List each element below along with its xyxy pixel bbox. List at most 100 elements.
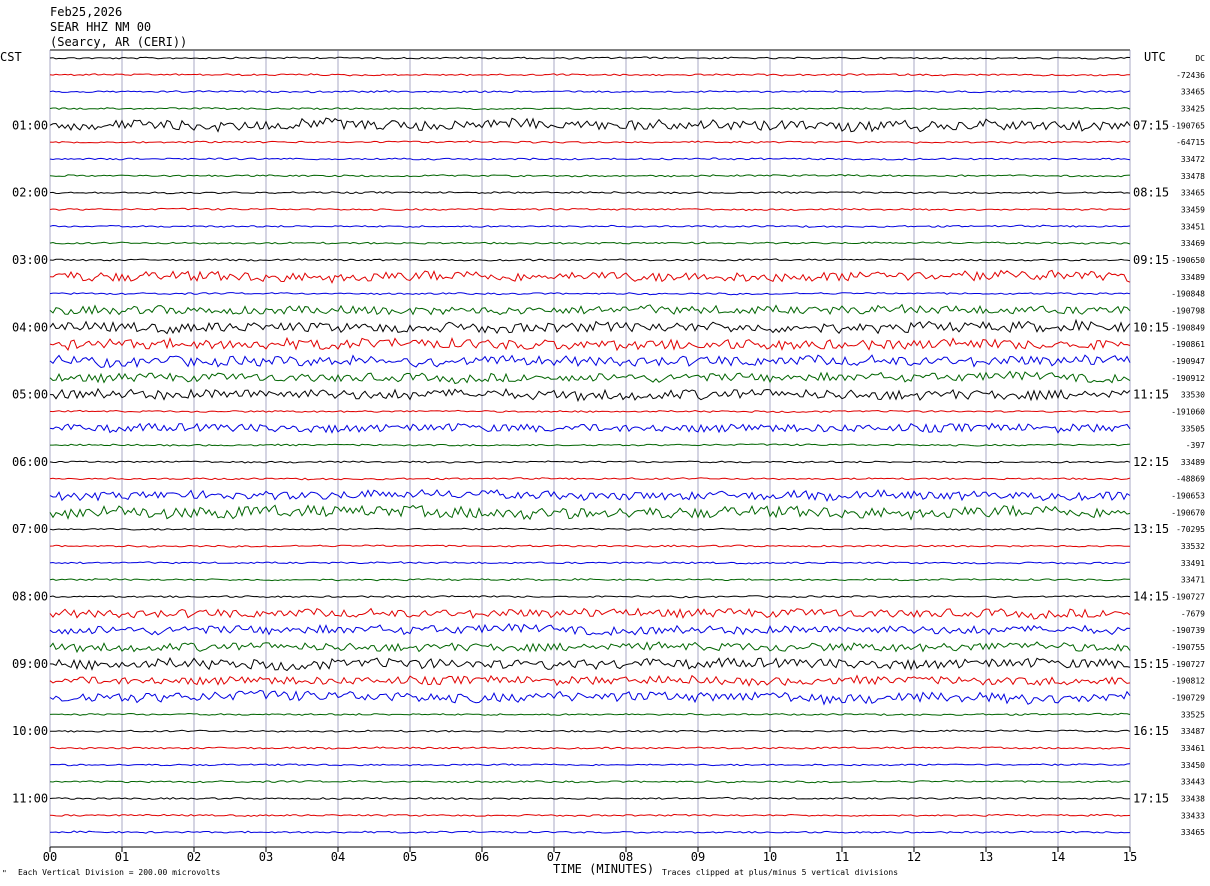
right-axis-label: UTC xyxy=(1144,50,1166,64)
left-axis-label: CST xyxy=(0,50,22,64)
trace-offset-label: 33465 xyxy=(1181,828,1205,837)
seismic-trace xyxy=(50,830,1130,834)
cst-hour-label: 03:00 xyxy=(12,253,48,267)
cst-hour-label: 11:00 xyxy=(12,792,48,806)
utc-hour-label: 17:15 xyxy=(1133,792,1169,806)
trace-offset-label: -190912 xyxy=(1171,374,1205,383)
cst-hour-label: 09:00 xyxy=(12,657,48,671)
seismic-trace xyxy=(49,409,1131,414)
utc-hour-label: 08:15 xyxy=(1133,186,1169,200)
trace-offset-label: -72436 xyxy=(1176,71,1205,80)
x-tick-label: 04 xyxy=(331,850,345,864)
cst-hour-label: 08:00 xyxy=(12,590,48,604)
x-tick-label: 06 xyxy=(475,850,489,864)
seismic-trace xyxy=(49,106,1131,111)
seismic-trace xyxy=(49,370,1131,385)
seismic-trace xyxy=(49,318,1131,335)
seismic-trace xyxy=(49,303,1131,316)
seismic-trace xyxy=(49,73,1131,77)
trace-offset-label: -64715 xyxy=(1176,138,1205,147)
x-axis-title: TIME (MINUTES) xyxy=(553,862,654,876)
seismic-trace xyxy=(49,729,1131,733)
x-tick-label: 14 xyxy=(1051,850,1065,864)
x-tick-label: 02 xyxy=(187,850,201,864)
utc-hour-label: 16:15 xyxy=(1133,724,1169,738)
x-tick-label: 15 xyxy=(1123,850,1137,864)
trace-offset-label: -190727 xyxy=(1171,593,1205,602)
seismic-trace xyxy=(49,544,1130,548)
trace-offset-label: 33505 xyxy=(1181,424,1205,433)
seismogram-helicorder: 00 01 02 03 04 05 06 07 08 09 10 11 12 13 14 15 DC -72436… xyxy=(0,0,1210,886)
seismic-trace xyxy=(49,224,1131,228)
seismic-trace xyxy=(49,489,1131,502)
utc-hour-label: 15:15 xyxy=(1133,657,1169,671)
seismic-trace xyxy=(49,56,1131,60)
seismic-trace xyxy=(49,813,1131,817)
cst-hour-label: 05:00 xyxy=(12,388,48,402)
seismic-trace xyxy=(49,527,1131,531)
x-tick-label: 10 xyxy=(763,850,777,864)
x-tick-label: 13 xyxy=(979,850,993,864)
trace-offset-label: -190861 xyxy=(1171,340,1205,349)
seismic-trace xyxy=(49,207,1131,212)
trace-offset-label: 33461 xyxy=(1181,744,1205,753)
trace-offset-label: -190727 xyxy=(1171,660,1205,669)
trace-offset-label: 33489 xyxy=(1181,458,1205,467)
footer-clip-note: Traces clipped at plus/minus 5 vertical … xyxy=(662,868,898,877)
trace-offset-label: -190765 xyxy=(1171,121,1205,130)
utc-hour-label: 13:15 xyxy=(1133,522,1169,536)
seismic-trace xyxy=(49,622,1131,637)
trace-offset-label: 33489 xyxy=(1181,273,1205,282)
trace-offset-label: 33491 xyxy=(1181,559,1205,568)
seismic-trace xyxy=(49,578,1130,582)
seismic-trace xyxy=(49,780,1131,784)
seismic-trace xyxy=(49,157,1131,161)
trace-offset-label: -190729 xyxy=(1171,694,1205,703)
trace-offset-label: -190670 xyxy=(1171,508,1205,517)
cst-hour-label: 10:00 xyxy=(12,724,48,738)
footer-mark: " xyxy=(2,869,7,878)
utc-hour-label: 14:15 xyxy=(1133,590,1169,604)
seismic-trace xyxy=(49,763,1131,767)
trace-offset-label: 33471 xyxy=(1181,576,1205,585)
seismic-trace xyxy=(49,354,1131,369)
x-tick-label: 00 xyxy=(43,850,57,864)
trace-offset-label: 33425 xyxy=(1181,104,1205,113)
utc-hour-label: 12:15 xyxy=(1133,455,1169,469)
x-tick-label: 05 xyxy=(403,850,417,864)
trace-offset-label: 33472 xyxy=(1181,155,1205,164)
seismic-trace xyxy=(49,595,1131,599)
trace-offset-label: 33450 xyxy=(1181,761,1205,770)
trace-offset-label: -190755 xyxy=(1171,643,1205,652)
seismic-trace xyxy=(49,460,1131,464)
trace-offset-label: 33532 xyxy=(1181,542,1205,551)
cst-hour-label: 07:00 xyxy=(12,522,48,536)
seismic-trace xyxy=(49,191,1131,195)
header-date: Feb25,2026 xyxy=(50,5,122,19)
trace-offset-label: 33459 xyxy=(1181,205,1205,214)
seismic-trace xyxy=(49,657,1131,672)
trace-offset-label: 33469 xyxy=(1181,239,1205,248)
x-tick-label: 11 xyxy=(835,850,849,864)
trace-offset-label: -190739 xyxy=(1171,626,1205,635)
seismic-trace xyxy=(49,746,1131,750)
seismic-trace xyxy=(49,689,1131,706)
seismic-trace xyxy=(49,140,1131,144)
footer-scale-note: Each Vertical Division = 200.00 microvol… xyxy=(18,868,220,877)
seismic-trace xyxy=(49,269,1131,284)
seismic-trace xyxy=(49,641,1131,654)
trace-offset-label: DC xyxy=(1195,54,1205,63)
trace-offset-label: 33433 xyxy=(1181,811,1205,820)
seismic-trace xyxy=(49,174,1131,178)
trace-offset-label: -7679 xyxy=(1181,609,1205,618)
helicorder-plot: 00 01 02 03 04 05 06 07 08 09 10 11 12 13 14 15DC-72436… xyxy=(0,5,1205,878)
trace-offset-label: 33525 xyxy=(1181,710,1205,719)
seismic-trace xyxy=(49,561,1131,565)
trace-offset-label: -190812 xyxy=(1171,677,1205,686)
trace-offset-label: -48869 xyxy=(1176,475,1205,484)
trace-offset-label: -70295 xyxy=(1176,525,1205,534)
cst-hour-label: 01:00 xyxy=(12,118,48,132)
seismic-trace xyxy=(49,422,1131,434)
trace-offset-label: -190650 xyxy=(1171,256,1205,265)
utc-hour-label: 10:15 xyxy=(1133,320,1169,334)
